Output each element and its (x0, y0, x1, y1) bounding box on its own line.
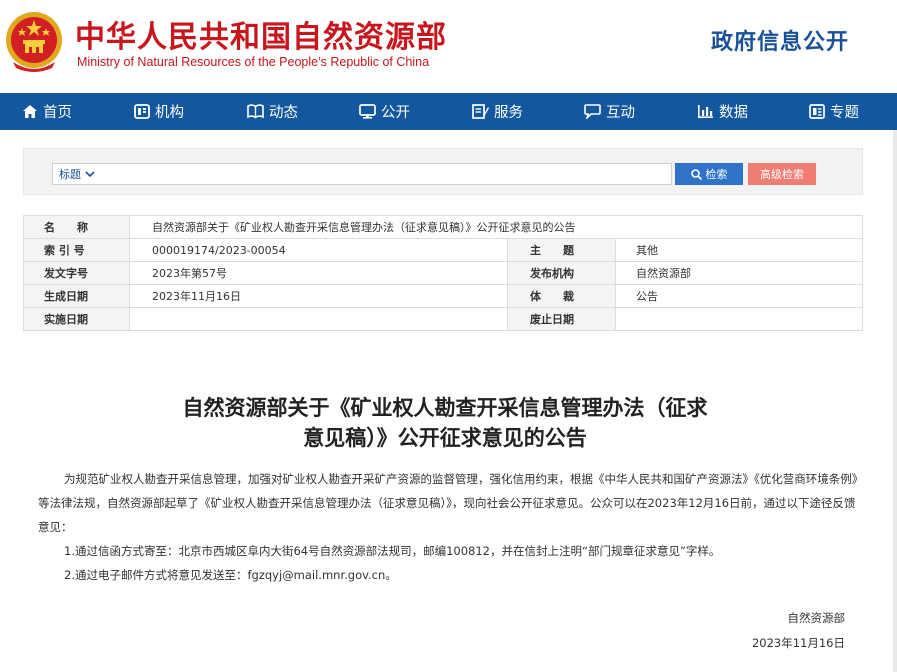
search-icon (690, 168, 702, 180)
nav-label: 首页 (43, 105, 72, 121)
nav-label: 机构 (155, 105, 184, 121)
abolish-date-label: 废止日期 (507, 307, 616, 331)
nav-item-topics[interactable]: 专题 (809, 93, 859, 130)
nav-item-home[interactable]: 首页 (22, 93, 72, 130)
name-value: 自然资源部关于《矿业权人勘查开采信息管理办法（征求意见稿）》公开征求意见的公告 (129, 215, 863, 239)
index-label: 索 引 号 (23, 238, 130, 262)
gov-info-open-title[interactable]: 政府信息公开 (711, 24, 849, 56)
advanced-search-button[interactable]: 高级检索 (748, 163, 816, 185)
signature-org: 自然资源部 (787, 611, 846, 625)
advanced-search-label: 高级检索 (760, 169, 804, 181)
document-info-table: 名 称 自然资源部关于《矿业权人勘查开采信息管理办法（征求意见稿）》公开征求意见… (23, 215, 863, 331)
subject-value: 其他 (615, 238, 863, 262)
search-type-label: 标题 (59, 168, 81, 181)
name-label: 名 称 (23, 215, 130, 239)
subject-label: 主 题 (507, 238, 616, 262)
search-button-label: 检索 (705, 169, 728, 181)
main-nav: 首页 机构 动态 公开 服务 互动 数据 专题 (0, 93, 897, 130)
chevron-down-icon (85, 170, 95, 177)
search-panel: 标题 检索 高级检索 (23, 148, 863, 195)
search-type-dropdown[interactable]: 标题 (59, 166, 95, 182)
nav-label: 服务 (494, 105, 523, 121)
edit-icon (472, 104, 489, 119)
table-row: 发文字号 2023年第57号 发布机构 自然资源部 (23, 261, 863, 285)
nav-item-open[interactable]: 公开 (359, 93, 410, 130)
table-row: 索 引 号 000019174/2023-00054 主 题 其他 (23, 238, 863, 262)
genre-value: 公告 (615, 284, 863, 308)
doc-number-label: 发文字号 (23, 261, 130, 285)
page-scrollbar[interactable] (893, 130, 897, 672)
site-title[interactable]: 中华人民共和国自然资源部 (75, 12, 447, 56)
nav-item-interact[interactable]: 互动 (584, 93, 635, 130)
chat-icon (584, 104, 601, 119)
table-row: 生成日期 2023年11月16日 体 裁 公告 (23, 284, 863, 308)
article-item-mail: 1.通过信函方式寄至：北京市西城区阜内大街64号自然资源部法规司，邮编10081… (64, 544, 721, 558)
table-row: 名 称 自然资源部关于《矿业权人勘查开采信息管理办法（征求意见稿）》公开征求意见… (23, 215, 863, 239)
org-icon (134, 104, 150, 119)
search-button[interactable]: 检索 (675, 163, 743, 185)
national-emblem-icon[interactable] (5, 10, 63, 76)
genre-label: 体 裁 (507, 284, 616, 308)
article-body: 为规范矿业权人勘查开采信息管理，加强对矿业权人勘查开采矿产资源的监督管理，强化信… (38, 467, 860, 587)
nav-item-service[interactable]: 服务 (472, 93, 523, 130)
signature-date: 2023年11月16日 (751, 636, 845, 650)
monitor-icon (359, 104, 376, 119)
nav-item-org[interactable]: 机构 (134, 93, 184, 130)
search-input[interactable] (105, 165, 669, 185)
nav-label: 互动 (606, 105, 635, 121)
site-title-english: Ministry of Natural Resources of the Peo… (77, 55, 430, 69)
article-title-line-2: 意见稿）》公开征求意见的公告 (303, 426, 587, 450)
date-label: 生成日期 (23, 284, 130, 308)
nav-item-data[interactable]: 数据 (697, 93, 748, 130)
nav-label: 公开 (381, 105, 410, 121)
doc-number-value: 2023年第57号 (129, 261, 508, 285)
bar-chart-icon (698, 105, 713, 118)
issuer-label: 发布机构 (507, 261, 616, 285)
document-icon (809, 104, 825, 119)
nav-label: 专题 (830, 105, 859, 121)
nav-label: 数据 (719, 105, 748, 121)
effective-date-value (129, 307, 508, 331)
issuer-value: 自然资源部 (615, 261, 863, 285)
abolish-date-value (615, 307, 863, 331)
index-value: 000019174/2023-00054 (129, 238, 508, 262)
table-row: 实施日期 废止日期 (23, 307, 863, 331)
article-title: 自然资源部关于《矿业权人勘查开采信息管理办法（征求 意见稿）》公开征求意见的公告 (130, 393, 760, 453)
home-icon (23, 105, 37, 118)
date-value: 2023年11月16日 (129, 284, 508, 308)
article-item-email: 2.通过电子邮件方式将意见发送至：fgzqyj@mail.mnr.gov.cn。 (64, 568, 397, 582)
article-title-line-1: 自然资源部关于《矿业权人勘查开采信息管理办法（征求 (182, 396, 708, 420)
nav-item-news[interactable]: 动态 (247, 93, 298, 130)
article-paragraph: 为规范矿业权人勘查开采信息管理，加强对矿业权人勘查开采矿产资源的监督管理，强化信… (38, 472, 858, 534)
site-header: 中华人民共和国自然资源部 Ministry of Natural Resourc… (0, 0, 897, 93)
nav-label: 动态 (269, 105, 298, 121)
search-field: 标题 (52, 163, 672, 185)
book-icon (247, 104, 264, 119)
effective-date-label: 实施日期 (23, 307, 130, 331)
